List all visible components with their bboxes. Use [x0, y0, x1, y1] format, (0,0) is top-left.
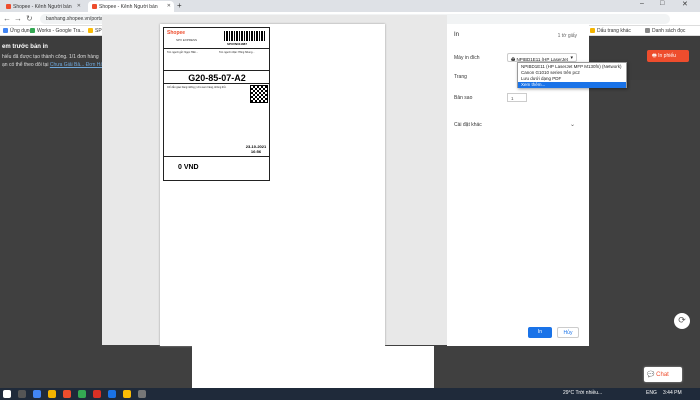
divider: [164, 70, 270, 71]
track-text: ạn có thể theo dõi tại Chưa Giải Bả... Đ…: [2, 62, 108, 68]
shopee-icon[interactable]: [63, 390, 71, 398]
background-page: [192, 346, 434, 388]
bookmark-other[interactable]: Dấu trang khác: [590, 28, 631, 34]
tracking-number: SPXVN011887: [227, 42, 248, 46]
receiver-info: Tên người nhận: Hồng Nhung...: [219, 51, 255, 54]
pages-label: Trang: [454, 74, 467, 80]
cod-amount: 0 VND: [178, 164, 199, 171]
print-label-button[interactable]: 🖶 In phiếu: [647, 50, 689, 62]
bookmark-icon: [88, 28, 93, 33]
qr-code: [250, 85, 268, 103]
delivery-note: Chỉ dẫn giao hàng: Đồng ý cho xem hàng, …: [167, 86, 227, 89]
excel-icon[interactable]: [78, 390, 86, 398]
close-window-icon[interactable]: ✕: [682, 0, 688, 8]
page-title: em trước bản in: [2, 44, 48, 50]
divider: [164, 83, 270, 84]
copies-input[interactable]: 1: [507, 93, 527, 102]
search-icon[interactable]: [18, 390, 26, 398]
shipping-label: Shopee SPX EXPRESS SPXVN011887 Tên người…: [163, 27, 270, 181]
minimize-icon[interactable]: –: [640, 0, 644, 7]
print-dialog-title: In: [454, 32, 460, 38]
back-icon[interactable]: ←: [3, 14, 11, 23]
chevron-down-icon[interactable]: ⌄: [570, 121, 575, 128]
close-tab-icon[interactable]: ✕: [167, 3, 171, 9]
close-tab-icon[interactable]: ✕: [77, 3, 81, 9]
bookmark-works[interactable]: Works - Google Tra...: [30, 28, 84, 34]
spx-logo: SPX EXPRESS: [176, 38, 198, 42]
sheet-count: 1 tờ giấy: [557, 33, 577, 39]
refresh-icon[interactable]: ⟳: [674, 313, 690, 329]
tab-2[interactable]: Shopee - Kênh Người bán ✕: [88, 1, 174, 12]
track-link[interactable]: Chưa Giải Bả... Đơn Hà...: [50, 62, 107, 68]
start-icon[interactable]: [3, 390, 11, 398]
copies-label: Bản sao: [454, 95, 473, 101]
folder-icon[interactable]: [48, 390, 56, 398]
tab-1-label: Shopee - Kênh Người bán: [13, 4, 72, 10]
reload-icon[interactable]: ↻: [26, 14, 33, 23]
dropdown-option-selected[interactable]: Xem thêm...: [518, 82, 626, 88]
app-icon[interactable]: [138, 390, 146, 398]
divider: [164, 48, 270, 49]
app-icon[interactable]: [93, 390, 101, 398]
bookmark-apps[interactable]: Ứng dụng: [3, 28, 32, 34]
more-settings[interactable]: Cài đặt khác: [454, 122, 482, 128]
new-tab-button[interactable]: +: [177, 1, 182, 10]
printer-select[interactable]: 🖶 NPIBD1E11 (HP LaserJet ▾: [507, 53, 577, 62]
chat-icon: 💬: [647, 372, 655, 378]
label-date: 23-10-2021 16:56: [245, 144, 267, 154]
forward-icon[interactable]: →: [14, 14, 22, 23]
app-icon[interactable]: [108, 390, 116, 398]
shopee-logo: Shopee: [167, 30, 186, 36]
barcode: [224, 31, 266, 41]
status-text: hiếu đã được tạo thành công. 1/1 đơn hàn…: [2, 54, 99, 60]
chrome-icon[interactable]: [33, 390, 41, 398]
divider: [164, 156, 270, 157]
clock[interactable]: 3:44 PM: [663, 390, 682, 396]
tab-2-label: Shopee - Kênh Người bán: [99, 4, 158, 10]
apps-icon: [3, 28, 8, 33]
shopee-favicon-icon: [6, 4, 11, 9]
chevron-down-icon: ▾: [570, 55, 573, 61]
printer-label: Máy in đích: [454, 55, 480, 61]
maximize-icon[interactable]: □: [660, 0, 664, 7]
weather-status[interactable]: 29°C Trời nhiều...: [563, 390, 602, 396]
taskbar: 29°C Trời nhiều... ENG 3:44 PM: [0, 388, 700, 400]
bookmark-sp[interactable]: SP: [88, 28, 102, 34]
sheet-icon: [30, 28, 35, 33]
reading-list-icon: [645, 28, 650, 33]
folder-icon: [590, 28, 595, 33]
printer-dropdown: NPIBD1E11 (HP LaserJet MFP M130fn) (Netw…: [517, 62, 627, 88]
bookmark-reading-list[interactable]: Danh sách đọc: [645, 28, 685, 34]
app-icon[interactable]: [123, 390, 131, 398]
browser-tabbar: Shopee - Kênh Người bán ✕ Shopee - Kênh N…: [0, 0, 700, 12]
shopee-favicon-icon: [92, 4, 97, 9]
tab-1[interactable]: Shopee - Kênh Người bán ✕: [2, 1, 84, 12]
language-indicator[interactable]: ENG: [646, 390, 657, 396]
chat-button[interactable]: 💬 Chat: [644, 367, 682, 382]
route-code: G20-85-07-A2: [188, 73, 246, 83]
cancel-button[interactable]: Hủy: [557, 327, 579, 338]
sender-info: Tên người gửi: Ngọc Hiền...: [167, 51, 199, 54]
print-button[interactable]: In: [528, 327, 552, 338]
